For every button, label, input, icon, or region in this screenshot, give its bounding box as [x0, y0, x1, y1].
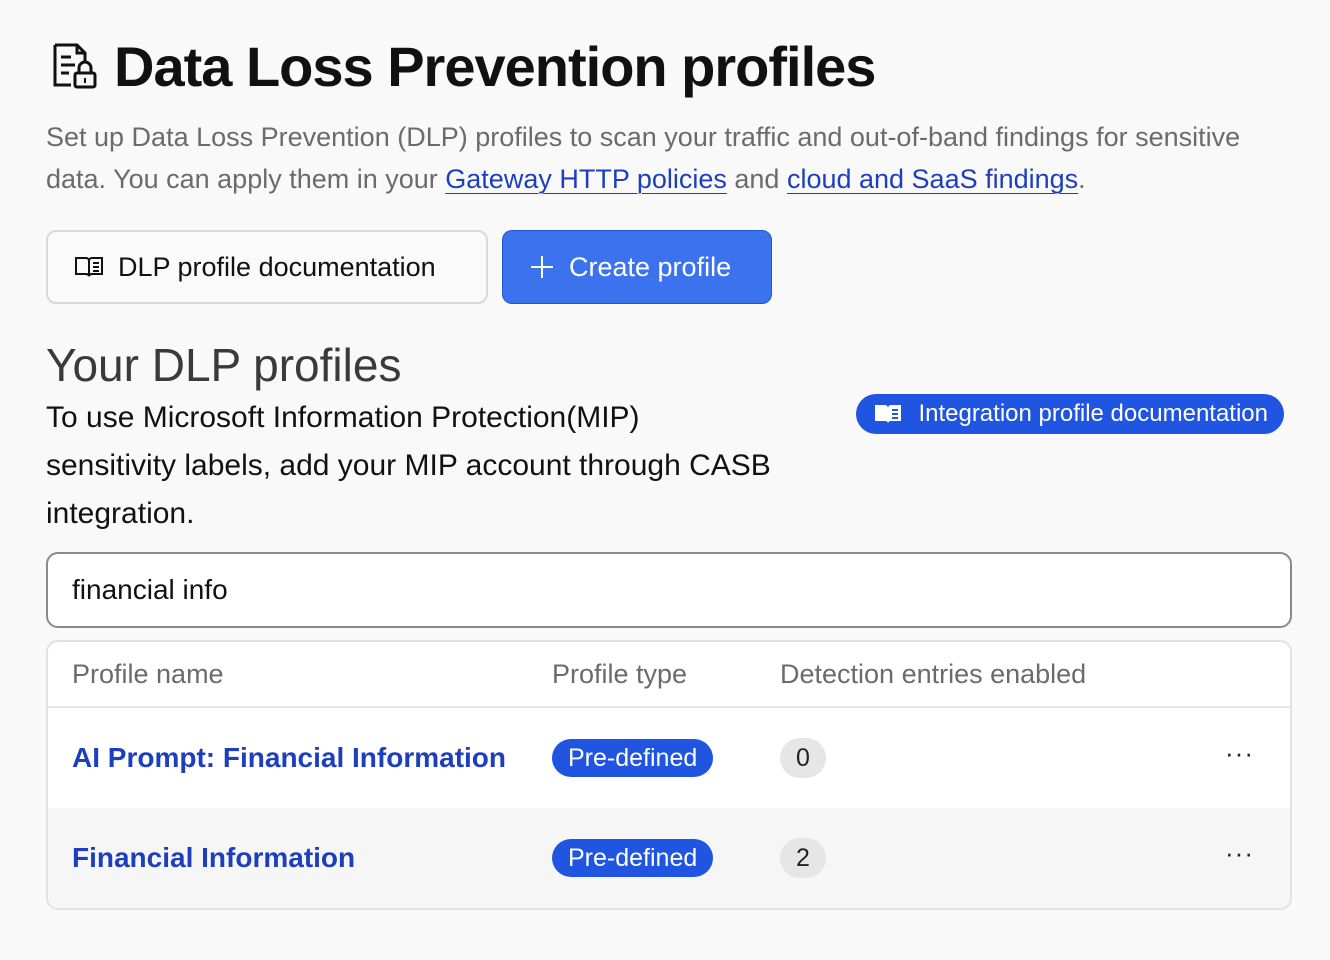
profile-type-cell: Pre-defined [552, 739, 780, 777]
profile-search-input[interactable] [46, 552, 1292, 628]
row-actions-cell: ··· [1200, 840, 1290, 876]
profiles-table: Profile name Profile type Detection entr… [46, 640, 1292, 910]
detection-entries-count: 2 [780, 838, 826, 878]
page-header: Data Loss Prevention profiles [46, 30, 1284, 102]
column-header-profile-name: Profile name [72, 658, 224, 689]
page-description: Set up Data Loss Prevention (DLP) profil… [46, 116, 1296, 200]
section-title: Your DLP profiles [46, 339, 402, 391]
row-actions-cell: ··· [1200, 740, 1290, 776]
profile-type-badge: Pre-defined [552, 739, 714, 777]
table-row: AI Prompt: Financial Information Pre-def… [48, 708, 1290, 808]
profile-name-link[interactable]: Financial Information [72, 842, 355, 873]
profile-name-cell: Financial Information [48, 842, 552, 874]
cloud-saas-findings-link[interactable]: cloud and SaaS findings [787, 164, 1078, 194]
table-header: Profile name Profile type Detection entr… [48, 642, 1290, 708]
mip-info: To use Microsoft Information Protection(… [46, 394, 1284, 544]
detection-entries-count: 0 [780, 738, 826, 778]
description-text-end: . [1078, 164, 1086, 194]
header-actions: DLP profile documentation Create profile [46, 230, 1284, 304]
mip-info-text: To use Microsoft Information Protection(… [46, 401, 771, 530]
plus-icon [529, 254, 555, 280]
create-profile-button[interactable]: Create profile [502, 230, 772, 304]
column-header-profile-type: Profile type [552, 658, 688, 689]
gateway-http-policies-link[interactable]: Gateway HTTP policies [445, 164, 727, 194]
book-icon [874, 403, 902, 425]
profile-type-cell: Pre-defined [552, 839, 780, 877]
dlp-profile-documentation-button[interactable]: DLP profile documentation [46, 230, 488, 304]
detection-entries-cell: 2 [780, 838, 1200, 878]
book-icon [74, 255, 104, 279]
column-header-detection-entries: Detection entries enabled [780, 658, 1087, 689]
more-options-icon[interactable]: ··· [1225, 840, 1254, 876]
profile-type-badge: Pre-defined [552, 839, 714, 877]
description-text-middle: and [726, 164, 787, 194]
dlp-profile-documentation-label: DLP profile documentation [118, 251, 436, 282]
document-lock-icon [48, 40, 100, 92]
more-options-icon[interactable]: ··· [1225, 740, 1254, 776]
table-row: Financial Information Pre-defined 2 ··· [48, 808, 1290, 908]
create-profile-label: Create profile [569, 251, 732, 282]
integration-profile-documentation-button[interactable]: Integration profile documentation [856, 394, 1284, 434]
integration-profile-documentation-label: Integration profile documentation [918, 400, 1268, 427]
page-title: Data Loss Prevention profiles [114, 34, 876, 98]
detection-entries-cell: 0 [780, 738, 1200, 778]
page: Data Loss Prevention profiles Set up Dat… [0, 0, 1330, 960]
profile-name-cell: AI Prompt: Financial Information [48, 742, 552, 774]
profile-name-link[interactable]: AI Prompt: Financial Information [72, 742, 506, 773]
